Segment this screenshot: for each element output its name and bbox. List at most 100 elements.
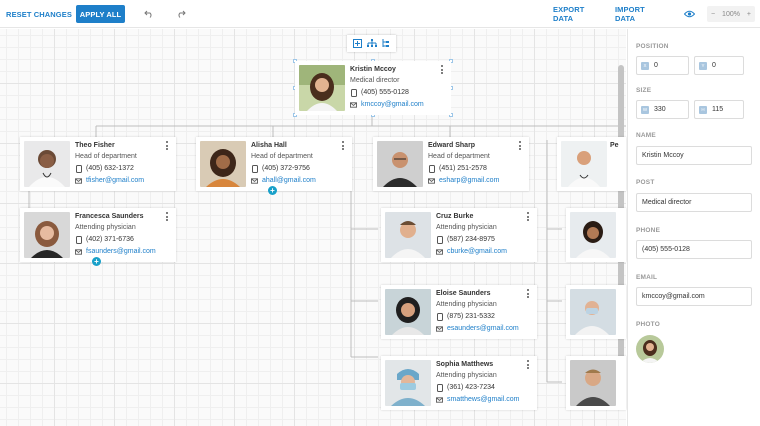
more-options-icon[interactable] (527, 212, 530, 221)
person-photo (385, 289, 431, 335)
phone-field[interactable]: (405) 555-0128 (636, 240, 752, 259)
person-photo (299, 65, 345, 111)
photo-thumbnail[interactable] (636, 335, 664, 363)
position-y-value[interactable]: 0 (712, 62, 716, 69)
post-label: POST (636, 179, 655, 186)
person-photo (570, 360, 616, 406)
photo-label: PHOTO (636, 321, 660, 328)
org-card[interactable]: Theo Fisher Head of department (405) 632… (20, 137, 176, 191)
org-card[interactable] (566, 208, 626, 262)
export-data-button[interactable]: EXPORT DATA (553, 5, 603, 23)
card-phone: (405) 632-1372 (75, 164, 134, 173)
card-email[interactable]: esharp@gmail.com (428, 177, 499, 184)
org-card-director[interactable]: Kristin Mccoy Medical director (405) 555… (295, 61, 451, 115)
name-label: NAME (636, 132, 656, 139)
phone-icon (436, 235, 443, 244)
card-phone-text: (405) 555-0128 (361, 89, 409, 96)
card-email[interactable]: esaunders@gmail.com (436, 325, 519, 332)
position-x-value[interactable]: 0 (654, 62, 658, 69)
phone-label: PHONE (636, 227, 661, 234)
position-y-field[interactable]: Y0 (694, 56, 744, 75)
size-w-field[interactable]: W 330 (636, 100, 689, 119)
mail-icon (350, 101, 357, 108)
org-card[interactable] (566, 285, 626, 339)
more-options-icon[interactable] (441, 65, 444, 74)
card-phone: (875) 231-5332 (436, 312, 495, 321)
org-card[interactable]: Eloise Saunders Attending physician (875… (381, 285, 537, 339)
card-name: Sophia Matthews (436, 361, 494, 368)
reset-changes-button[interactable]: RESET CHANGES (6, 5, 72, 23)
card-phone-text: (875) 231-5332 (447, 313, 495, 320)
y-tag: Y (699, 61, 707, 70)
org-card[interactable]: Edward Sharp Head of department (451) 25… (373, 137, 529, 191)
more-options-icon[interactable] (519, 141, 522, 150)
size-w-value[interactable]: 330 (654, 106, 666, 113)
zoom-in-button[interactable]: + (747, 11, 751, 18)
more-options-icon[interactable] (527, 289, 530, 298)
person-photo (570, 212, 616, 258)
card-phone-text: (361) 423-7234 (447, 384, 495, 391)
phone-icon (251, 164, 258, 173)
card-email[interactable]: tfisher@gmail.com (75, 177, 144, 184)
card-phone: (587) 234-8975 (436, 235, 495, 244)
name-field[interactable]: Kristin Mccoy (636, 146, 752, 165)
org-card[interactable]: Sophia Matthews Attending physician (361… (381, 356, 537, 410)
card-email[interactable]: smatthews@gmail.com (436, 396, 519, 403)
card-post: Head of department (75, 153, 137, 160)
card-email-text[interactable]: ahall@gmail.com (262, 177, 316, 184)
card-email-text[interactable]: smatthews@gmail.com (447, 396, 519, 403)
phone-icon (75, 235, 82, 244)
card-phone: (402) 371-6736 (75, 235, 134, 244)
card-email[interactable]: ahall@gmail.com (251, 177, 316, 184)
mail-icon (436, 248, 443, 255)
org-layout-icon[interactable] (366, 35, 377, 53)
zoom-out-button[interactable]: − (711, 11, 715, 18)
vertical-layout-icon[interactable] (382, 35, 390, 53)
org-card[interactable] (566, 356, 626, 410)
person-photo (377, 141, 423, 187)
apply-all-button[interactable]: APPLY ALL (76, 5, 125, 23)
add-child-button[interactable]: + (92, 257, 101, 266)
card-phone-text: (402) 371-6736 (86, 236, 134, 243)
org-card[interactable]: Francesca Saunders Attending physician (… (20, 208, 176, 262)
undo-icon[interactable] (141, 5, 157, 23)
phone-icon (436, 383, 443, 392)
card-phone-text: (405) 372-9756 (262, 165, 310, 172)
org-card[interactable]: Alisha Hall Head of department (405) 372… (196, 137, 352, 191)
mail-icon (75, 248, 82, 255)
add-node-icon[interactable] (352, 35, 362, 53)
card-email-text[interactable]: esaunders@gmail.com (447, 325, 519, 332)
card-email-text[interactable]: esharp@gmail.com (439, 177, 499, 184)
redo-icon[interactable] (173, 5, 189, 23)
import-data-button[interactable]: IMPORT DATA (615, 5, 665, 23)
card-name: Edward Sharp (428, 142, 476, 149)
more-options-icon[interactable] (527, 360, 530, 369)
w-tag: W (641, 105, 649, 114)
email-field[interactable]: kmccoy@gmail.com (636, 287, 752, 306)
card-email-text[interactable]: cburke@gmail.com (447, 248, 507, 255)
org-card[interactable]: Pe (557, 137, 626, 191)
phone-icon (350, 88, 357, 97)
card-email-text[interactable]: kmccoy@gmail.com (361, 101, 424, 108)
x-tag: X (641, 61, 649, 70)
card-email[interactable]: kmccoy@gmail.com (350, 101, 424, 108)
more-options-icon[interactable] (342, 141, 345, 150)
size-h-value[interactable]: 115 (712, 106, 723, 113)
card-email-text[interactable]: tfisher@gmail.com (86, 177, 144, 184)
post-field[interactable]: Medical director (636, 193, 752, 212)
card-name: Pe (610, 142, 619, 149)
card-email[interactable]: fsaunders@gmail.com (75, 248, 156, 255)
card-email-text[interactable]: fsaunders@gmail.com (86, 248, 156, 255)
properties-panel: POSITION X0 Y0 SIZE W 330 H 115 NAME Krist… (627, 29, 760, 426)
more-options-icon[interactable] (166, 212, 169, 221)
eye-icon[interactable] (681, 5, 697, 23)
card-phone-text: (451) 251-2578 (439, 165, 487, 172)
position-x-field[interactable]: X0 (636, 56, 689, 75)
card-post: Head of department (251, 153, 313, 160)
more-options-icon[interactable] (166, 141, 169, 150)
org-card[interactable]: Cruz Burke Attending physician (587) 234… (381, 208, 537, 262)
add-child-button[interactable]: + (268, 186, 277, 195)
card-phone: (451) 251-2578 (428, 164, 487, 173)
size-h-field[interactable]: H 115 (694, 100, 744, 119)
card-email[interactable]: cburke@gmail.com (436, 248, 507, 255)
